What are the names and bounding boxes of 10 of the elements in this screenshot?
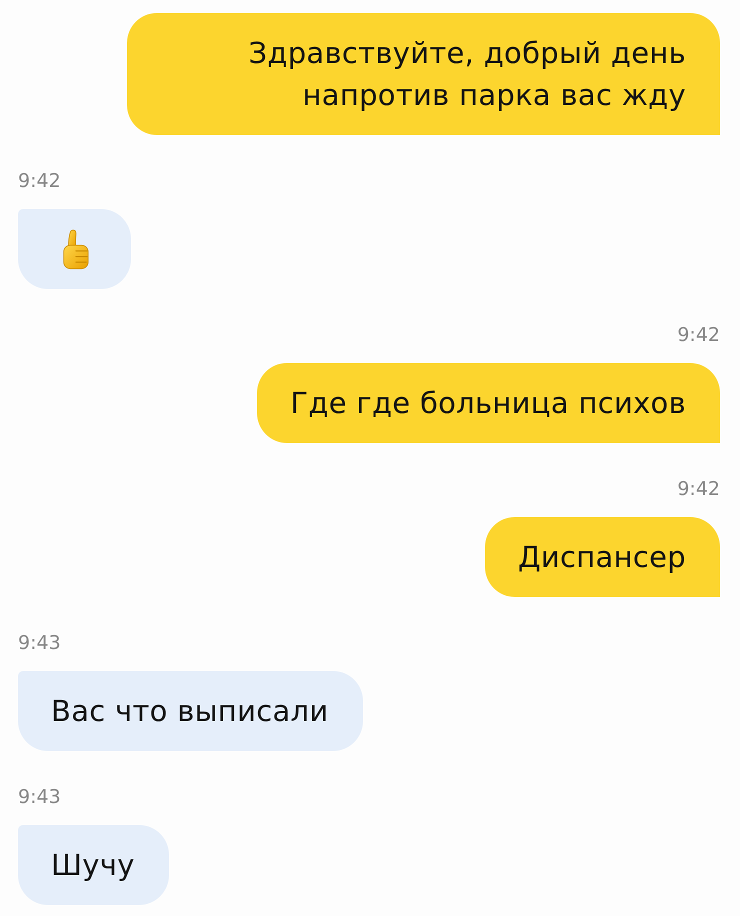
timestamp: 9:42 (677, 324, 720, 346)
timestamp: 9:43 (18, 786, 61, 808)
timestamp: 9:42 (677, 478, 720, 500)
timestamp: 9:42 (18, 170, 61, 192)
message-bubble: Где где больница психов (257, 363, 720, 443)
message-bubble: Диспансер (484, 517, 720, 597)
message-bubble: Здравствуйте, добрый день напротив парка вас жду (127, 13, 720, 135)
message-bubble: Шучу (18, 825, 169, 905)
message-bubble: Вас что выписали (18, 671, 363, 751)
timestamp: 9:43 (18, 632, 61, 654)
